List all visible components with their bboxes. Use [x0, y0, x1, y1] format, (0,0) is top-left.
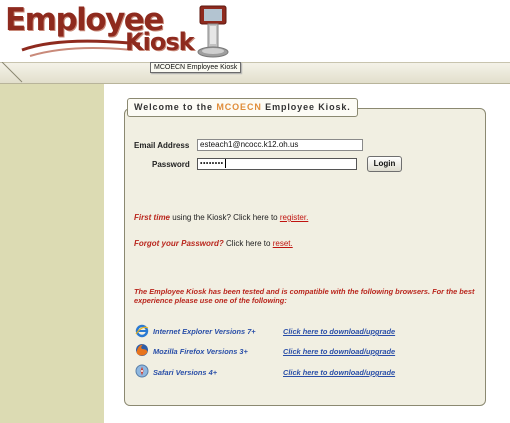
- email-label: Email Address: [134, 141, 190, 150]
- nav-bar-notch: [1, 62, 23, 83]
- nav-bar: [0, 62, 510, 84]
- internet-explorer-icon: [135, 324, 149, 338]
- password-mask: ••••••••: [200, 160, 224, 168]
- first-time-text: using the Kiosk? Click here to: [170, 213, 280, 222]
- email-field[interactable]: esteach1@ncocc.k12.oh.us: [197, 139, 363, 151]
- browser-name-safari: Safari Versions 4+: [153, 368, 218, 377]
- login-button[interactable]: Login: [367, 156, 402, 172]
- logo-kiosk: Kiosk: [125, 28, 195, 56]
- password-field[interactable]: ••••••••: [197, 158, 357, 170]
- forgot-text: Click here to: [223, 239, 273, 248]
- text-caret: [224, 159, 226, 168]
- browser-compatibility-notice: The Employee Kiosk has been tested and i…: [134, 287, 475, 305]
- firefox-icon: [136, 344, 148, 356]
- welcome-highlight: MCOECN: [216, 102, 262, 112]
- first-time-emph: First time: [134, 213, 171, 222]
- welcome-heading: Welcome to the MCOECN Employee Kiosk.: [127, 98, 358, 117]
- first-time-line: First time using the Kiosk? Click here t…: [134, 213, 308, 222]
- login-panel: [124, 108, 486, 406]
- download-link-ie[interactable]: Click here to download/upgrade: [283, 327, 395, 336]
- forgot-password-line: Forgot your Password? Click here to rese…: [134, 239, 293, 248]
- header: Employee Kiosk: [0, 0, 510, 62]
- browser-name-ie: Internet Explorer Versions 7+: [153, 327, 256, 336]
- safari-icon: [135, 364, 149, 378]
- email-value: esteach1@ncocc.k12.oh.us: [200, 140, 299, 149]
- browser-name-firefox: Mozilla Firefox Versions 3+: [153, 347, 248, 356]
- register-link[interactable]: register.: [280, 213, 308, 222]
- welcome-suffix: Employee Kiosk.: [261, 102, 351, 112]
- forgot-emph: Forgot your Password?: [134, 239, 224, 248]
- left-sidebar: [0, 84, 104, 423]
- download-link-safari[interactable]: Click here to download/upgrade: [283, 368, 395, 377]
- download-link-firefox[interactable]: Click here to download/upgrade: [283, 347, 395, 356]
- password-label: Password: [152, 160, 190, 169]
- tooltip: MCOECN Employee Kiosk: [150, 62, 242, 73]
- welcome-prefix: Welcome to the: [134, 102, 217, 112]
- kiosk-terminal-icon: [197, 5, 229, 58]
- reset-link[interactable]: reset.: [273, 239, 293, 248]
